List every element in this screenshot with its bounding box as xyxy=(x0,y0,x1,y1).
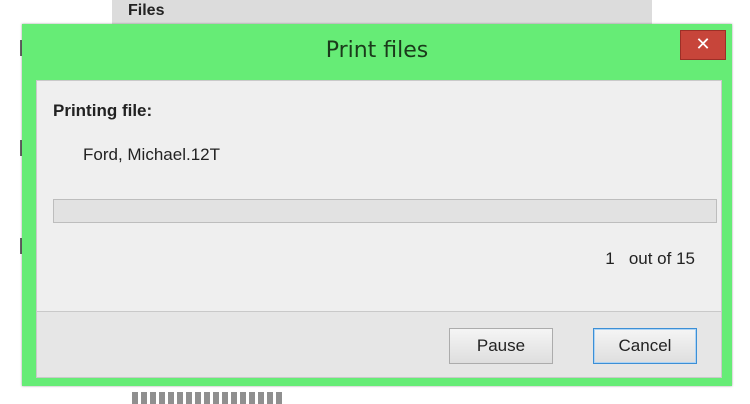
print-files-dialog: Print files ✕ Printing file: Ford, Micha… xyxy=(22,24,732,386)
background-files-label: Files xyxy=(128,2,165,19)
background-files-header: Files xyxy=(112,0,652,25)
printing-file-label: Printing file: xyxy=(53,101,153,120)
close-icon: ✕ xyxy=(695,34,711,55)
dialog-content: Printing file: Ford, Michael.12T 1 out o… xyxy=(36,80,722,312)
progress-counter: 1 out of 15 xyxy=(605,249,695,268)
cancel-button[interactable]: Cancel xyxy=(593,328,697,364)
dialog-titlebar[interactable]: Print files ✕ xyxy=(22,24,732,80)
current-file-name: Ford, Michael.12T xyxy=(83,145,220,164)
background-obscured-text xyxy=(132,392,282,404)
dialog-title: Print files xyxy=(325,38,429,63)
print-progress-bar xyxy=(53,199,717,223)
close-button[interactable]: ✕ xyxy=(680,30,726,60)
dialog-footer: Pause Cancel xyxy=(36,312,722,378)
pause-button[interactable]: Pause xyxy=(449,328,553,364)
